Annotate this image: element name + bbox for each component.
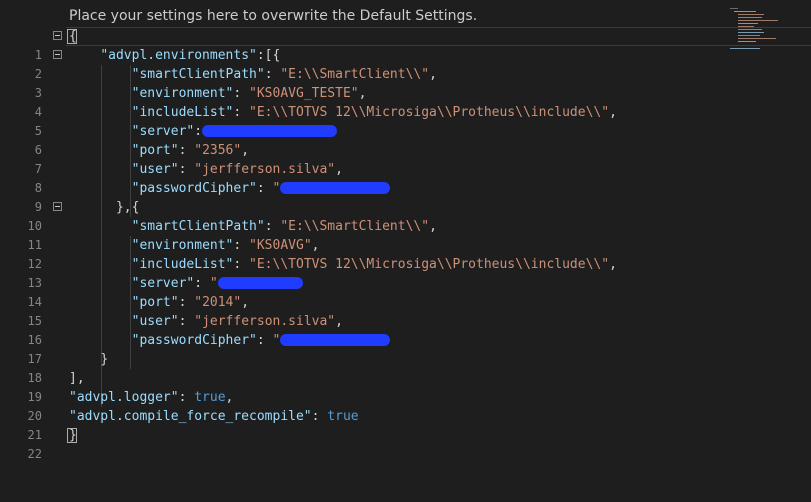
- json-key: "includeList": [131, 105, 234, 120]
- json-key: "user": [131, 314, 179, 329]
- json-key: "advpl.environments": [100, 48, 257, 63]
- code-line[interactable]: 19 ],: [0, 369, 811, 404]
- code-line[interactable]: 8 "user": "jerfferson.silva",: [0, 160, 811, 195]
- code-line[interactable]: 20 "advpl.logger": true,: [0, 388, 811, 423]
- settings-hint: Place your settings here to overwrite th…: [69, 8, 478, 24]
- code-line[interactable]: 2 "advpl.environments":[{: [0, 46, 811, 81]
- redaction-mark: [217, 276, 303, 289]
- json-key: "passwordCipher": [131, 181, 257, 196]
- redaction-mark: [202, 124, 338, 137]
- json-string: "KS0AVG": [249, 238, 312, 253]
- punctuation: },{: [115, 200, 140, 215]
- fold-toggle-icon[interactable]: [53, 50, 62, 59]
- json-key: "smartClientPath": [131, 219, 265, 234]
- json-key: "smartClientPath": [131, 67, 265, 82]
- json-string: "KS0AVG_TESTE": [249, 86, 359, 101]
- json-key: "user": [131, 162, 179, 177]
- bracket-match-box: [67, 428, 77, 443]
- json-string: ": [272, 333, 281, 348]
- code-line[interactable]: 12 "environment": "KS0AVG",: [0, 236, 811, 271]
- code-line[interactable]: 5 "includeList": "E:\\TOTVS 12\\Microsig…: [0, 103, 811, 138]
- code-line[interactable]: 1 {: [0, 27, 811, 62]
- code-line[interactable]: 4 "environment": "KS0AVG_TESTE",: [0, 84, 811, 119]
- json-key: "environment": [131, 238, 234, 253]
- json-key: "advpl.compile_force_recompile": [69, 409, 312, 424]
- code-line[interactable]: 3 "smartClientPath": "E:\\SmartClient\\"…: [0, 65, 811, 100]
- json-string: "jerfferson.silva": [194, 314, 336, 329]
- json-string: "E:\\TOTVS 12\\Microsiga\\Protheus\\incl…: [249, 105, 610, 120]
- json-string: "jerfferson.silva": [194, 162, 336, 177]
- json-string: "E:\\SmartClient\\": [280, 67, 430, 82]
- code-line[interactable]: 10 },{: [0, 198, 811, 233]
- json-key: "port": [131, 295, 179, 310]
- code-line[interactable]: 22 }: [0, 426, 811, 461]
- json-key: "server": [131, 124, 195, 139]
- bracket-match-box: [67, 29, 77, 44]
- code-line[interactable]: 6 "server":: [0, 122, 811, 157]
- punctuation: ],: [69, 371, 85, 386]
- punctuation: :[{: [256, 48, 281, 63]
- json-string: "E:\\TOTVS 12\\Microsiga\\Protheus\\incl…: [249, 257, 610, 272]
- code-line[interactable]: 16 "user": "jerfferson.silva",: [0, 312, 811, 347]
- json-boolean: true: [194, 390, 226, 405]
- json-key: "passwordCipher": [131, 333, 257, 348]
- code-line[interactable]: 18 }: [0, 350, 811, 385]
- json-key: "includeList": [131, 257, 234, 272]
- redaction-mark: [280, 333, 391, 346]
- code-line[interactable]: 14 "server": ": [0, 274, 811, 309]
- json-string: "2356": [194, 143, 242, 158]
- code-line[interactable]: 13 "includeList": "E:\\TOTVS 12\\Microsi…: [0, 255, 811, 290]
- fold-toggle-icon[interactable]: [53, 202, 62, 211]
- code-line[interactable]: 17 "passwordCipher": ": [0, 331, 811, 366]
- json-key: "server": [131, 276, 195, 291]
- json-key: "port": [131, 143, 179, 158]
- redaction-mark: [280, 181, 391, 194]
- code-line[interactable]: 7 "port": "2356",: [0, 141, 811, 176]
- json-boolean: true: [327, 409, 359, 424]
- brace: }: [100, 352, 109, 367]
- json-string: "E:\\SmartClient\\": [280, 219, 430, 234]
- json-string: ": [209, 276, 218, 291]
- json-string: ": [272, 181, 281, 196]
- json-key: "environment": [131, 86, 234, 101]
- json-string: "2014": [194, 295, 242, 310]
- code-line[interactable]: 15 "port": "2014",: [0, 293, 811, 328]
- code-line[interactable]: 21 "advpl.compile_force_recompile": true: [0, 407, 811, 442]
- code-line[interactable]: 11 "smartClientPath": "E:\\SmartClient\\…: [0, 217, 811, 252]
- json-key: "advpl.logger": [69, 390, 179, 405]
- code-line[interactable]: 9 "passwordCipher": ": [0, 179, 811, 214]
- fold-toggle-icon[interactable]: [53, 31, 62, 40]
- code-editor[interactable]: 1 { 2 "advpl.environments":[{ 3 "smartCl…: [0, 27, 811, 461]
